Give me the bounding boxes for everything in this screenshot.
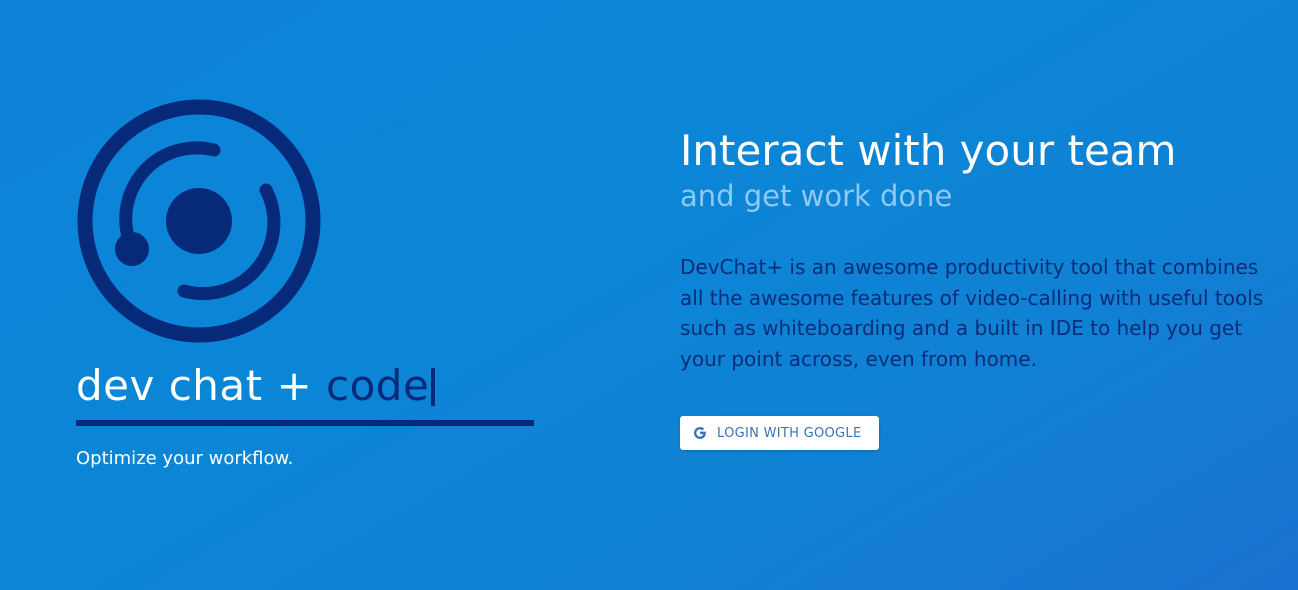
wordmark-primary: dev chat +: [76, 361, 327, 410]
wordmark-underline: [76, 420, 534, 426]
devchat-logo-icon: [77, 99, 321, 343]
google-g-icon: [694, 427, 706, 439]
headline: Interact with your team: [680, 126, 1177, 175]
login-with-google-label: LOGIN WITH GOOGLE: [717, 425, 862, 441]
text-cursor: [431, 368, 436, 406]
hero-section: Interact with your team and get work don…: [680, 124, 1270, 450]
tagline: Optimize your workflow.: [76, 448, 294, 469]
description: DevChat+ is an awesome productivity tool…: [680, 255, 1264, 371]
brand-section: dev chat + code Optimize your workflow.: [76, 98, 534, 472]
subheadline: and get work done: [680, 179, 953, 213]
wordmark-accent: code: [326, 361, 430, 410]
wordmark: dev chat + code: [76, 356, 534, 416]
login-with-google-button[interactable]: LOGIN WITH GOOGLE: [680, 416, 879, 450]
